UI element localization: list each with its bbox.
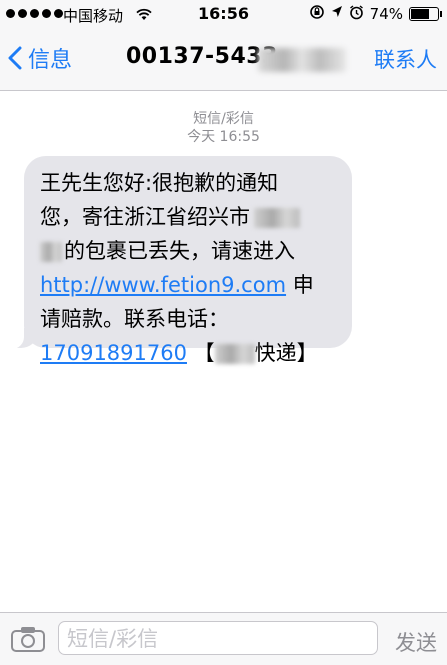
send-button[interactable]: 发送 xyxy=(395,627,437,657)
message-text: 王先生您好:很抱歉的通知 您，寄往浙江省绍兴市 的包裹已丢失，请速进入 http… xyxy=(40,166,350,370)
redacted-number xyxy=(258,48,346,72)
message-line-text: 【 xyxy=(186,341,215,365)
message-line: http://www.fetion9.com 申 xyxy=(40,268,350,302)
message-line-text: 申 xyxy=(286,273,314,297)
redacted-text xyxy=(214,344,255,364)
nav-bar: 信息 00137-5433 联系人 xyxy=(0,28,447,91)
location-arrow-icon xyxy=(331,5,343,23)
status-bar: 中国移动 16:56 74% xyxy=(0,0,447,28)
redacted-text xyxy=(254,208,300,228)
back-label: 信息 xyxy=(28,48,73,73)
alarm-icon xyxy=(349,4,364,24)
message-input[interactable]: 短信/彩信 xyxy=(58,621,378,655)
battery-percent: 74% xyxy=(369,5,403,23)
input-bar: 短信/彩信 发送 xyxy=(0,612,447,665)
message-line-text: 的包裹已丢失，请速进入 xyxy=(64,239,295,263)
message-kind-label: 短信/彩信 xyxy=(193,111,254,127)
message-timestamp: 今天 16:55 xyxy=(187,129,260,145)
conversation-title: 00137-5433 xyxy=(126,44,278,69)
message-line: 17091891760 【 快递】 xyxy=(40,336,350,370)
redacted-text xyxy=(40,242,62,262)
message-line: 的包裹已丢失，请速进入 xyxy=(40,234,350,268)
message-line: 您，寄往浙江省绍兴市 xyxy=(40,200,350,234)
camera-icon[interactable] xyxy=(10,625,46,657)
phone-link[interactable]: 17091891760 xyxy=(40,341,187,365)
chevron-left-icon xyxy=(8,46,22,70)
message-line: 请赔款。联系电话： xyxy=(40,307,229,331)
message-line: 王先生您好:很抱歉的通知 xyxy=(40,171,279,195)
message-line-text: 快递】 xyxy=(254,341,318,365)
back-button[interactable]: 信息 xyxy=(8,42,72,74)
contact-button[interactable]: 联系人 xyxy=(374,44,437,74)
message-bubble: 王先生您好:很抱歉的通知 您，寄往浙江省绍兴市 的包裹已丢失，请速进入 http… xyxy=(4,156,352,365)
battery-icon xyxy=(409,7,442,21)
rotation-lock-icon xyxy=(309,4,325,24)
phishing-link[interactable]: http://www.fetion9.com xyxy=(40,273,286,297)
message-line-text: 您，寄往浙江省绍兴市 xyxy=(40,205,250,229)
